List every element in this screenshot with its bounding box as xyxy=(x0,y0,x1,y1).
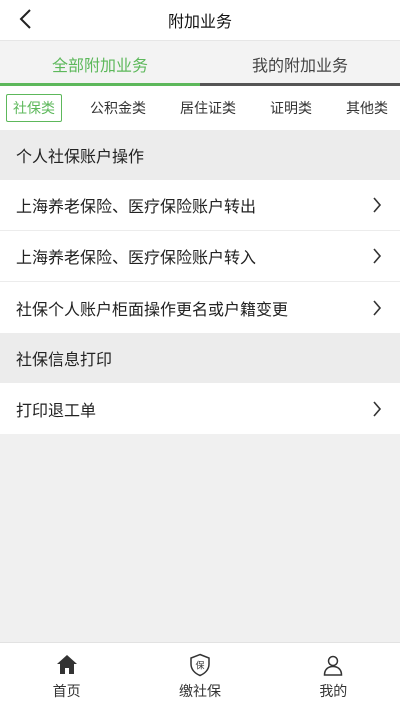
category-filter: 社保类 公积金类 居住证类 证明类 其他类 xyxy=(0,86,400,130)
category-certificate[interactable]: 证明类 xyxy=(264,95,318,121)
nav-pay-social-insurance[interactable]: 保 缴社保 xyxy=(133,643,266,710)
tab-all-services[interactable]: 全部附加业务 xyxy=(0,41,200,86)
category-housing-fund[interactable]: 公积金类 xyxy=(84,95,152,121)
nav-home[interactable]: 首页 xyxy=(0,643,133,710)
list-item[interactable]: 社保个人账户柜面操作更名或户籍变更 xyxy=(0,282,400,333)
list-item-label: 上海养老保险、医疗保险账户转出 xyxy=(16,197,257,216)
chevron-right-icon xyxy=(370,400,384,418)
chevron-right-icon xyxy=(370,299,384,317)
app-header: 附加业务 xyxy=(0,0,400,40)
service-list: 上海养老保险、医疗保险账户转出 上海养老保险、医疗保险账户转入 社保个人账户柜面… xyxy=(0,180,400,333)
category-social-insurance[interactable]: 社保类 xyxy=(6,94,62,122)
svg-text:保: 保 xyxy=(195,659,204,671)
chevron-right-icon xyxy=(370,196,384,214)
bottom-nav: 首页 保 缴社保 我的 xyxy=(0,642,400,710)
list-item-label: 打印退工单 xyxy=(16,400,97,420)
section-header: 社保信息打印 xyxy=(0,333,400,383)
list-item-label: 上海养老保险、医疗保险账户转入 xyxy=(16,248,257,267)
tab-bar: 全部附加业务 我的附加业务 xyxy=(0,40,400,86)
list-item[interactable]: 打印退工单 xyxy=(0,383,400,434)
list-item[interactable]: 上海养老保险、医疗保险账户转出 xyxy=(0,180,400,231)
chevron-left-icon xyxy=(19,9,31,29)
shield-icon: 保 xyxy=(190,653,210,676)
chevron-right-icon xyxy=(370,247,384,265)
nav-me-label: 我的 xyxy=(319,683,348,700)
category-residence-permit[interactable]: 居住证类 xyxy=(174,95,242,121)
page-title: 附加业务 xyxy=(167,12,232,31)
nav-pay-label: 缴社保 xyxy=(178,683,221,700)
list-item[interactable]: 上海养老保险、医疗保险账户转入 xyxy=(0,231,400,282)
tab-my-services[interactable]: 我的附加业务 xyxy=(200,41,400,86)
nav-me[interactable]: 我的 xyxy=(267,643,400,710)
category-other[interactable]: 其他类 xyxy=(340,95,394,121)
nav-home-label: 首页 xyxy=(52,683,81,700)
section-header: 个人社保账户操作 xyxy=(0,130,400,180)
service-list: 打印退工单 xyxy=(0,383,400,434)
back-button[interactable] xyxy=(10,4,40,34)
home-icon xyxy=(56,654,77,674)
list-item-label: 社保个人账户柜面操作更名或户籍变更 xyxy=(16,299,289,319)
user-icon xyxy=(324,655,343,676)
